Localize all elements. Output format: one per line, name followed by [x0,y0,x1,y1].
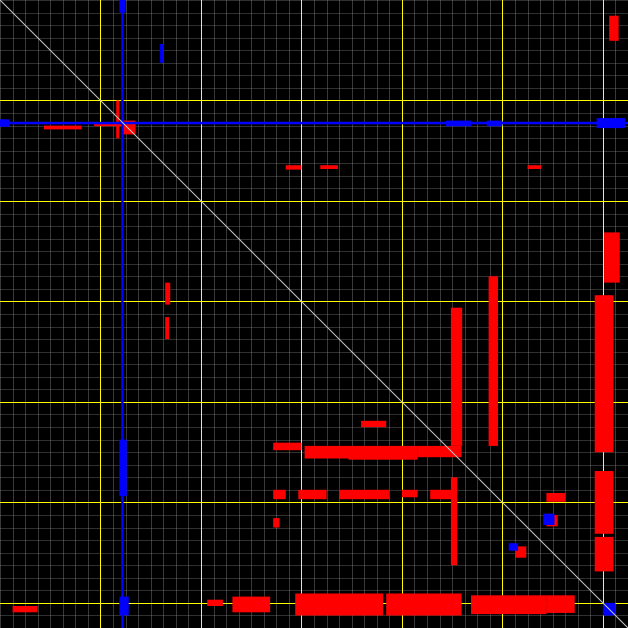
negative-contact-mark [160,44,164,63]
negative-contact-mark [508,543,519,551]
positive-contact-mark [471,595,547,615]
positive-contact-mark [401,489,418,498]
positive-contact-mark [44,125,82,130]
positive-contact-mark [594,536,614,572]
positive-contact-mark [273,442,302,451]
positive-contact-mark [348,445,418,460]
positive-contact-mark [361,420,387,428]
negative-contact-mark [0,119,10,127]
negative-contact-mark [121,0,124,628]
positive-contact-mark [165,282,171,305]
negative-contact-mark [543,513,555,525]
positive-contact-mark [488,276,498,446]
positive-contact-mark [295,593,384,616]
positive-contact-mark [165,317,169,340]
positive-contact-mark [546,493,566,502]
positive-contact-mark [273,489,286,500]
positive-contact-mark [609,15,619,41]
positive-contact-mark [12,606,38,613]
positive-contact-mark [304,445,349,459]
positive-contact-mark [527,165,542,169]
positive-contact-mark [273,518,280,528]
positive-contact-mark [594,295,614,453]
negative-contact-mark [0,121,628,125]
positive-contact-mark [594,471,614,534]
positive-contact-mark [386,593,462,616]
negative-contact-mark [119,596,129,616]
contact-map-plot [0,0,628,628]
positive-contact-mark [232,596,271,613]
negative-contact-mark [119,439,127,497]
negative-contact-mark [119,0,126,13]
negative-contact-mark [596,118,625,129]
positive-contact-mark [339,489,390,500]
positive-contact-mark [546,595,575,613]
positive-contact-mark [450,307,463,446]
negative-contact-mark [445,120,471,127]
positive-contact-mark [285,165,302,170]
positive-contact-mark [320,165,338,169]
positive-contact-mark [430,489,453,500]
positive-contact-mark [207,599,223,606]
positive-contact-mark [604,232,620,283]
negative-contact-mark [486,120,503,127]
positive-contact-mark [298,489,327,500]
